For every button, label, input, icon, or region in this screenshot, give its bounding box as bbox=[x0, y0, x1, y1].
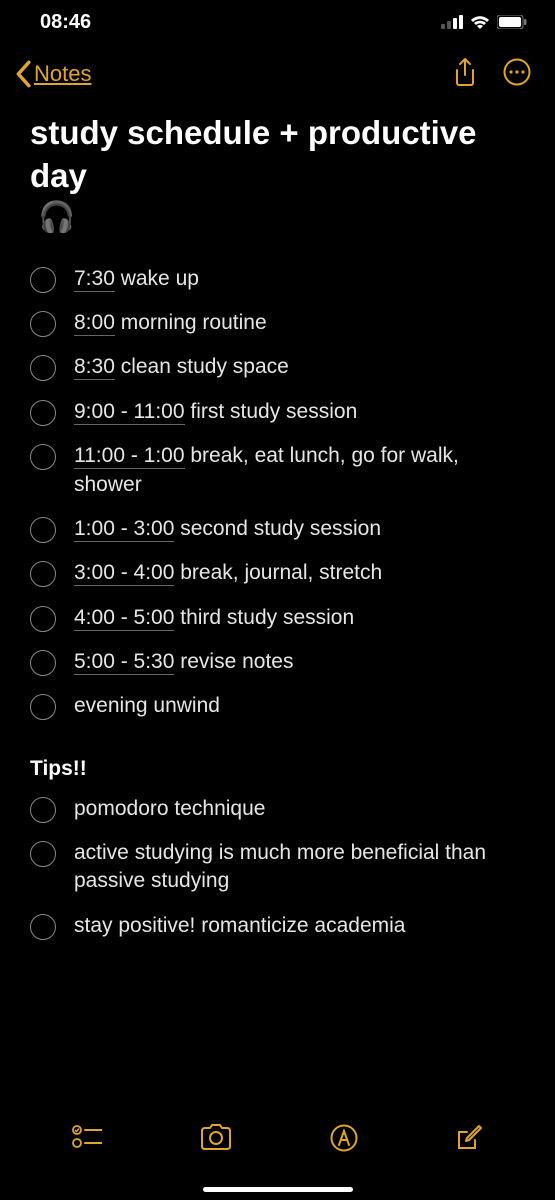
schedule-checklist: 7:30 wake up8:00 morning routine8:30 cle… bbox=[30, 257, 525, 729]
home-indicator[interactable] bbox=[203, 1187, 353, 1192]
note-title: study schedule + productive day 🎧 bbox=[30, 112, 525, 237]
camera-button[interactable] bbox=[199, 1124, 233, 1155]
checkbox-circle[interactable] bbox=[30, 841, 56, 867]
status-time: 08:46 bbox=[40, 11, 91, 34]
list-item: stay positive! romanticize academia bbox=[30, 904, 525, 948]
item-time: 1:00 - 3:00 bbox=[74, 517, 174, 542]
item-desc: second study session bbox=[174, 517, 381, 540]
checkbox-circle[interactable] bbox=[30, 650, 56, 676]
share-icon bbox=[453, 57, 477, 87]
tips-checklist: pomodoro technique active studying is muc… bbox=[30, 787, 525, 948]
item-text[interactable]: 3:00 - 4:00 break, journal, stretch bbox=[74, 559, 525, 587]
item-time: 3:00 - 4:00 bbox=[74, 561, 174, 586]
checklist-icon bbox=[72, 1124, 102, 1150]
item-time: 9:00 - 11:00 bbox=[74, 400, 185, 425]
compose-icon bbox=[455, 1124, 483, 1152]
item-text[interactable]: 9:00 - 11:00 first study session bbox=[74, 398, 525, 426]
markup-icon bbox=[330, 1124, 358, 1152]
item-time: 8:30 bbox=[74, 355, 115, 380]
list-item: 7:30 wake up bbox=[30, 257, 525, 301]
chevron-left-icon bbox=[14, 60, 32, 88]
battery-icon bbox=[497, 15, 527, 29]
checkbox-circle[interactable] bbox=[30, 400, 56, 426]
list-item: 11:00 - 1:00 break, eat lunch, go for wa… bbox=[30, 434, 525, 507]
markup-button[interactable] bbox=[330, 1124, 358, 1157]
item-text[interactable]: 1:00 - 3:00 second study session bbox=[74, 515, 525, 543]
item-desc: third study session bbox=[174, 606, 354, 629]
compose-button[interactable] bbox=[455, 1124, 483, 1157]
item-desc: stay positive! romanticize academia bbox=[74, 914, 405, 937]
checkbox-circle[interactable] bbox=[30, 694, 56, 720]
item-text[interactable]: pomodoro technique bbox=[74, 795, 525, 823]
item-time: 11:00 - 1:00 bbox=[74, 444, 185, 469]
share-button[interactable] bbox=[453, 57, 477, 92]
item-text[interactable]: 11:00 - 1:00 break, eat lunch, go for wa… bbox=[74, 442, 525, 499]
tips-heading: Tips!! bbox=[30, 757, 525, 781]
list-item: 1:00 - 3:00 second study session bbox=[30, 507, 525, 551]
list-item: pomodoro technique bbox=[30, 787, 525, 831]
checklist-button[interactable] bbox=[72, 1124, 102, 1155]
checkbox-circle[interactable] bbox=[30, 311, 56, 337]
checkbox-circle[interactable] bbox=[30, 267, 56, 293]
item-desc: revise notes bbox=[174, 650, 293, 673]
checkbox-circle[interactable] bbox=[30, 517, 56, 543]
item-time: 7:30 bbox=[74, 267, 115, 292]
cellular-icon bbox=[441, 15, 463, 29]
item-text[interactable]: 4:00 - 5:00 third study session bbox=[74, 604, 525, 632]
list-item: 4:00 - 5:00 third study session bbox=[30, 596, 525, 640]
item-time: 5:00 - 5:30 bbox=[74, 650, 174, 675]
back-button[interactable]: Notes bbox=[14, 60, 91, 88]
checkbox-circle[interactable] bbox=[30, 606, 56, 632]
checkbox-circle[interactable] bbox=[30, 797, 56, 823]
item-text[interactable]: 5:00 - 5:30 revise notes bbox=[74, 648, 525, 676]
item-desc: evening unwind bbox=[74, 694, 220, 717]
checkbox-circle[interactable] bbox=[30, 444, 56, 470]
item-text[interactable]: stay positive! romanticize academia bbox=[74, 912, 525, 940]
item-time: 4:00 - 5:00 bbox=[74, 606, 174, 631]
item-desc: wake up bbox=[115, 267, 199, 290]
list-item: 9:00 - 11:00 first study session bbox=[30, 390, 525, 434]
item-text[interactable]: 8:30 clean study space bbox=[74, 353, 525, 381]
back-label: Notes bbox=[34, 61, 91, 87]
item-text[interactable]: 7:30 wake up bbox=[74, 265, 525, 293]
status-bar: 08:46 bbox=[0, 0, 555, 44]
item-desc: clean study space bbox=[115, 355, 289, 378]
nav-bar: Notes bbox=[0, 44, 555, 104]
note-title-text: study schedule + productive day bbox=[30, 112, 525, 198]
list-item: 3:00 - 4:00 break, journal, stretch bbox=[30, 551, 525, 595]
more-button[interactable] bbox=[503, 58, 531, 91]
ellipsis-circle-icon bbox=[503, 58, 531, 86]
list-item: active studying is much more beneficial … bbox=[30, 831, 525, 904]
note-content[interactable]: study schedule + productive day 🎧 7:30 w… bbox=[0, 104, 555, 948]
item-text[interactable]: active studying is much more beneficial … bbox=[74, 839, 525, 896]
headphones-emoji: 🎧 bbox=[38, 198, 75, 237]
item-desc: morning routine bbox=[115, 311, 267, 334]
checkbox-circle[interactable] bbox=[30, 355, 56, 381]
item-text[interactable]: 8:00 morning routine bbox=[74, 309, 525, 337]
item-desc: break, journal, stretch bbox=[174, 561, 382, 584]
list-item: 5:00 - 5:30 revise notes bbox=[30, 640, 525, 684]
status-icons bbox=[441, 14, 527, 30]
list-item: 8:30 clean study space bbox=[30, 345, 525, 389]
item-desc: first study session bbox=[185, 400, 358, 423]
list-item: 8:00 morning routine bbox=[30, 301, 525, 345]
item-desc: pomodoro technique bbox=[74, 797, 265, 820]
item-time: 8:00 bbox=[74, 311, 115, 336]
item-text[interactable]: evening unwind bbox=[74, 692, 525, 720]
checkbox-circle[interactable] bbox=[30, 561, 56, 587]
checkbox-circle[interactable] bbox=[30, 914, 56, 940]
item-desc: active studying is much more beneficial … bbox=[74, 841, 486, 892]
wifi-icon bbox=[469, 14, 491, 30]
camera-icon bbox=[199, 1124, 233, 1150]
list-item: evening unwind bbox=[30, 684, 525, 728]
